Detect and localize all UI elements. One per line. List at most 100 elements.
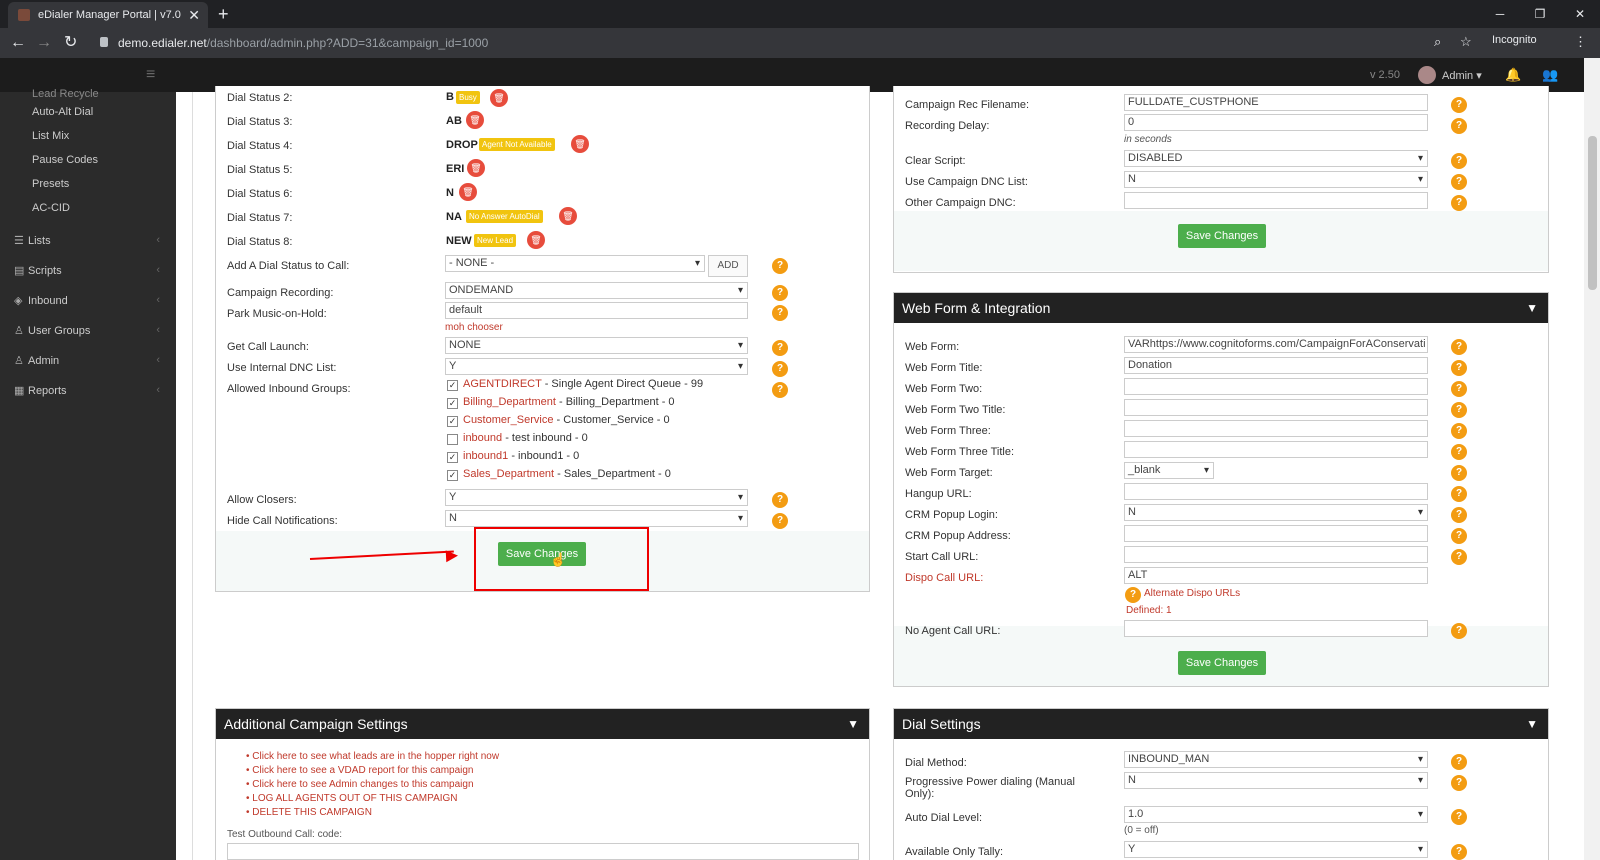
log-agents-out-link[interactable]: LOG ALL AGENTS OUT OF THIS CAMPAIGN bbox=[246, 793, 457, 804]
park-music-input[interactable]: default bbox=[445, 302, 748, 319]
other-campaign-dnc-input[interactable] bbox=[1124, 192, 1428, 209]
sidebar-subitem-ac-cid[interactable]: AC-CID bbox=[32, 202, 70, 214]
hamburger-menu-icon[interactable]: ≡ bbox=[146, 66, 155, 84]
save-changes-button[interactable]: Save Changes bbox=[1178, 224, 1266, 248]
sidebar-subitem-auto-alt-dial[interactable]: Auto-Alt Dial bbox=[32, 106, 93, 118]
inbound-group-checkbox[interactable]: ✓ bbox=[447, 452, 458, 463]
web-form-title-input[interactable]: Donation bbox=[1124, 357, 1428, 374]
incognito-label[interactable]: Incognito bbox=[1492, 34, 1537, 46]
alternate-dispo-urls-link[interactable]: Alternate Dispo URLs bbox=[1144, 588, 1240, 599]
inbound-group-checkbox[interactable] bbox=[447, 434, 458, 445]
trash-icon[interactable]: 🗑 bbox=[490, 89, 508, 107]
bell-icon[interactable]: 🔔 bbox=[1505, 67, 1521, 83]
dial-method-select[interactable]: INBOUND_MAN bbox=[1124, 751, 1428, 768]
test-outbound-input[interactable] bbox=[227, 843, 859, 860]
web-form-three-input[interactable] bbox=[1124, 420, 1428, 437]
user-menu[interactable]: Admin ▾ bbox=[1442, 69, 1482, 82]
help-icon[interactable]: ? bbox=[1451, 381, 1467, 397]
additional-settings-panel-header[interactable]: Additional Campaign Settings ▼ bbox=[216, 709, 869, 739]
web-form-two-title-input[interactable] bbox=[1124, 399, 1428, 416]
trash-icon[interactable]: 🗑 bbox=[559, 207, 577, 225]
rec-filename-input[interactable]: FULLDATE_CUSTPHONE bbox=[1124, 94, 1428, 111]
new-tab-icon[interactable]: + bbox=[218, 2, 229, 26]
bookmark-star-icon[interactable]: ☆ bbox=[1460, 34, 1472, 50]
help-icon[interactable]: ? bbox=[772, 513, 788, 529]
web-form-input[interactable]: VARhttps://www.cognitoforms.com/Campaign… bbox=[1124, 336, 1428, 353]
help-icon[interactable]: ? bbox=[1451, 623, 1467, 639]
web-form-target-select[interactable]: _blank bbox=[1124, 462, 1214, 479]
help-icon[interactable]: ? bbox=[1451, 444, 1467, 460]
help-icon[interactable]: ? bbox=[1451, 486, 1467, 502]
help-icon[interactable]: ? bbox=[1451, 360, 1467, 376]
zoom-icon[interactable]: ⌕ bbox=[1434, 34, 1441, 50]
window-close-icon[interactable]: ✕ bbox=[1560, 0, 1600, 28]
help-icon[interactable]: ? bbox=[1451, 97, 1467, 113]
add-dial-status-button[interactable]: ADD bbox=[708, 255, 748, 277]
dispo-call-url-input[interactable]: ALT bbox=[1124, 567, 1428, 584]
inbound-group-checkbox[interactable]: ✓ bbox=[447, 380, 458, 391]
get-call-launch-select[interactable]: NONE bbox=[445, 337, 748, 354]
use-internal-dnc-select[interactable]: Y bbox=[445, 358, 748, 375]
close-tab-icon[interactable]: ✕ bbox=[188, 2, 200, 28]
help-icon[interactable]: ? bbox=[1451, 549, 1467, 565]
trash-icon[interactable]: 🗑 bbox=[466, 111, 484, 129]
help-icon[interactable]: ? bbox=[1451, 423, 1467, 439]
sidebar-item-user-groups[interactable]: ♙ User Groups ‹ bbox=[14, 324, 164, 337]
help-icon[interactable]: ? bbox=[1451, 339, 1467, 355]
help-icon[interactable]: ? bbox=[1451, 402, 1467, 418]
clear-script-select[interactable]: DISABLED bbox=[1124, 150, 1428, 167]
start-call-url-input[interactable] bbox=[1124, 546, 1428, 563]
trash-icon[interactable]: 🗑 bbox=[459, 183, 477, 201]
crm-popup-login-select[interactable]: N bbox=[1124, 504, 1428, 521]
back-icon[interactable]: ← bbox=[10, 32, 26, 54]
users-icon[interactable]: 👥 bbox=[1542, 67, 1558, 83]
crm-popup-address-input[interactable] bbox=[1124, 525, 1428, 542]
help-icon[interactable]: ? bbox=[1451, 195, 1467, 211]
trash-icon[interactable]: 🗑 bbox=[527, 231, 545, 249]
help-icon[interactable]: ? bbox=[1451, 844, 1467, 860]
help-icon[interactable]: ? bbox=[772, 285, 788, 301]
no-agent-call-url-input[interactable] bbox=[1124, 620, 1428, 637]
web-form-panel-header[interactable]: Web Form & Integration ▼ bbox=[894, 293, 1548, 323]
help-icon[interactable]: ? bbox=[1451, 775, 1467, 791]
sidebar-item-reports[interactable]: ▦ Reports ‹ bbox=[14, 384, 164, 397]
chevron-down-icon[interactable]: ▼ bbox=[1526, 709, 1538, 739]
avatar[interactable] bbox=[1418, 66, 1436, 84]
browser-menu-icon[interactable]: ⋮ bbox=[1574, 34, 1587, 50]
sidebar-subitem-pause-codes[interactable]: Pause Codes bbox=[32, 154, 98, 166]
trash-icon[interactable]: 🗑 bbox=[467, 159, 485, 177]
help-icon[interactable]: ? bbox=[1451, 528, 1467, 544]
help-icon[interactable]: ? bbox=[1451, 174, 1467, 190]
help-icon[interactable]: ? bbox=[1451, 153, 1467, 169]
hopper-link[interactable]: Click here to see what leads are in the … bbox=[246, 751, 499, 762]
delete-campaign-link[interactable]: DELETE THIS CAMPAIGN bbox=[246, 807, 372, 818]
help-icon[interactable]: ? bbox=[1451, 809, 1467, 825]
sidebar-item-inbound[interactable]: ◈ Inbound ‹ bbox=[14, 294, 164, 307]
restore-icon[interactable]: ❐ bbox=[1520, 0, 1560, 28]
help-icon[interactable]: ? bbox=[772, 340, 788, 356]
hide-call-notifications-select[interactable]: N bbox=[445, 510, 748, 527]
help-icon[interactable]: ? bbox=[1451, 507, 1467, 523]
chevron-down-icon[interactable]: ▼ bbox=[1526, 293, 1538, 323]
save-changes-button[interactable]: Save Changes bbox=[1178, 651, 1266, 675]
help-icon[interactable]: ? bbox=[772, 361, 788, 377]
help-icon[interactable]: ? bbox=[772, 382, 788, 398]
help-icon[interactable]: ? bbox=[1451, 465, 1467, 481]
sidebar-subitem-presets[interactable]: Presets bbox=[32, 178, 69, 190]
help-icon[interactable]: ? bbox=[1125, 587, 1141, 603]
help-icon[interactable]: ? bbox=[772, 258, 788, 274]
campaign-recording-select[interactable]: ONDEMAND bbox=[445, 282, 748, 299]
scrollbar-thumb[interactable] bbox=[1588, 136, 1597, 290]
web-form-three-title-input[interactable] bbox=[1124, 441, 1428, 458]
chevron-down-icon[interactable]: ▼ bbox=[847, 709, 859, 739]
reload-icon[interactable]: ↻ bbox=[64, 32, 77, 54]
help-icon[interactable]: ? bbox=[1451, 118, 1467, 134]
sidebar-item-scripts[interactable]: ▤ Scripts ‹ bbox=[14, 264, 164, 277]
help-icon[interactable]: ? bbox=[772, 305, 788, 321]
inbound-group-checkbox[interactable]: ✓ bbox=[447, 416, 458, 427]
inbound-group-checkbox[interactable]: ✓ bbox=[447, 398, 458, 409]
dial-settings-panel-header[interactable]: Dial Settings ▼ bbox=[894, 709, 1548, 739]
vdad-report-link[interactable]: Click here to see a VDAD report for this… bbox=[246, 765, 473, 776]
available-only-tally-select[interactable]: Y bbox=[1124, 841, 1428, 858]
hangup-url-input[interactable] bbox=[1124, 483, 1428, 500]
